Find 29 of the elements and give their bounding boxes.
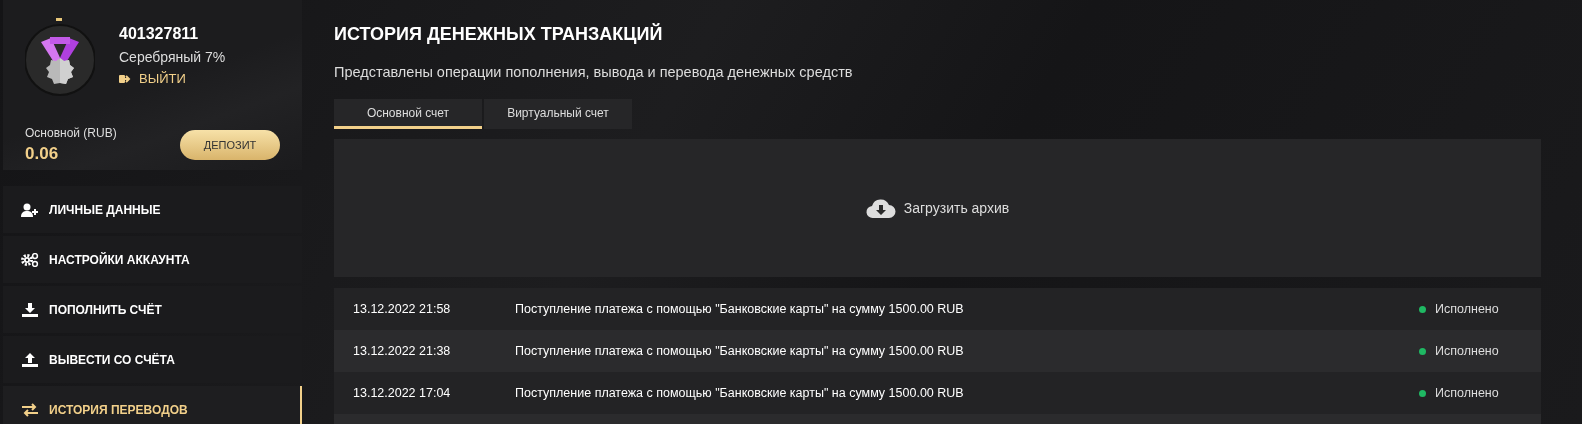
account-tab[interactable]: Виртуальный счет: [484, 99, 632, 129]
user-add-icon: [21, 202, 39, 217]
page-subtitle: Представлены операции пополнения, вывода и перевода денежных средств: [334, 64, 854, 80]
transaction-description: Поступление платежа с помощью "Банковские карты" на сумму 1500.00 RUB: [515, 386, 965, 400]
menu-item[interactable]: ИСТОРИЯ ПЕРЕВОДОВ: [3, 386, 302, 424]
level-text: Серебряный 7%: [119, 49, 226, 65]
transaction-date: 13.12.2022 21:58: [353, 302, 452, 316]
transaction-description: Поступление платежа с помощью "Банковские карты" на сумму 1500.00 RUB: [515, 344, 965, 358]
transaction-description: Поступление платежа с помощью "Банковские карты" на сумму 1500.00 RUB: [515, 302, 965, 316]
transaction-status: Исполнено: [1435, 386, 1500, 400]
balance-label: Основной (RUB): [25, 126, 117, 140]
transaction-status: Исполнено: [1435, 302, 1500, 316]
cloud-download-icon: [865, 197, 896, 219]
balance-amount: 0.06: [25, 144, 60, 164]
account-tab[interactable]: Основной счет: [334, 99, 482, 129]
download-archive-button[interactable]: Загрузить архив: [859, 196, 1016, 220]
download-icon: [21, 302, 39, 317]
gears-icon: [21, 252, 39, 267]
account-id: 401327811: [119, 25, 200, 43]
transfer-icon: [21, 402, 39, 417]
medal-icon: [25, 18, 95, 96]
logout-icon: [119, 73, 131, 84]
transaction-date: 13.12.2022 17:04: [353, 386, 452, 400]
upload-icon: [21, 352, 39, 367]
page-title: ИСТОРИЯ ДЕНЕЖНЫХ ТРАНЗАКЦИЙ: [334, 24, 664, 45]
deposit-button[interactable]: ДЕПОЗИТ: [180, 130, 280, 160]
logout-link[interactable]: ВЫЙТИ: [119, 71, 226, 86]
transaction-date: 13.12.2022 21:38: [353, 344, 452, 358]
transaction-status: Исполнено: [1435, 344, 1500, 358]
